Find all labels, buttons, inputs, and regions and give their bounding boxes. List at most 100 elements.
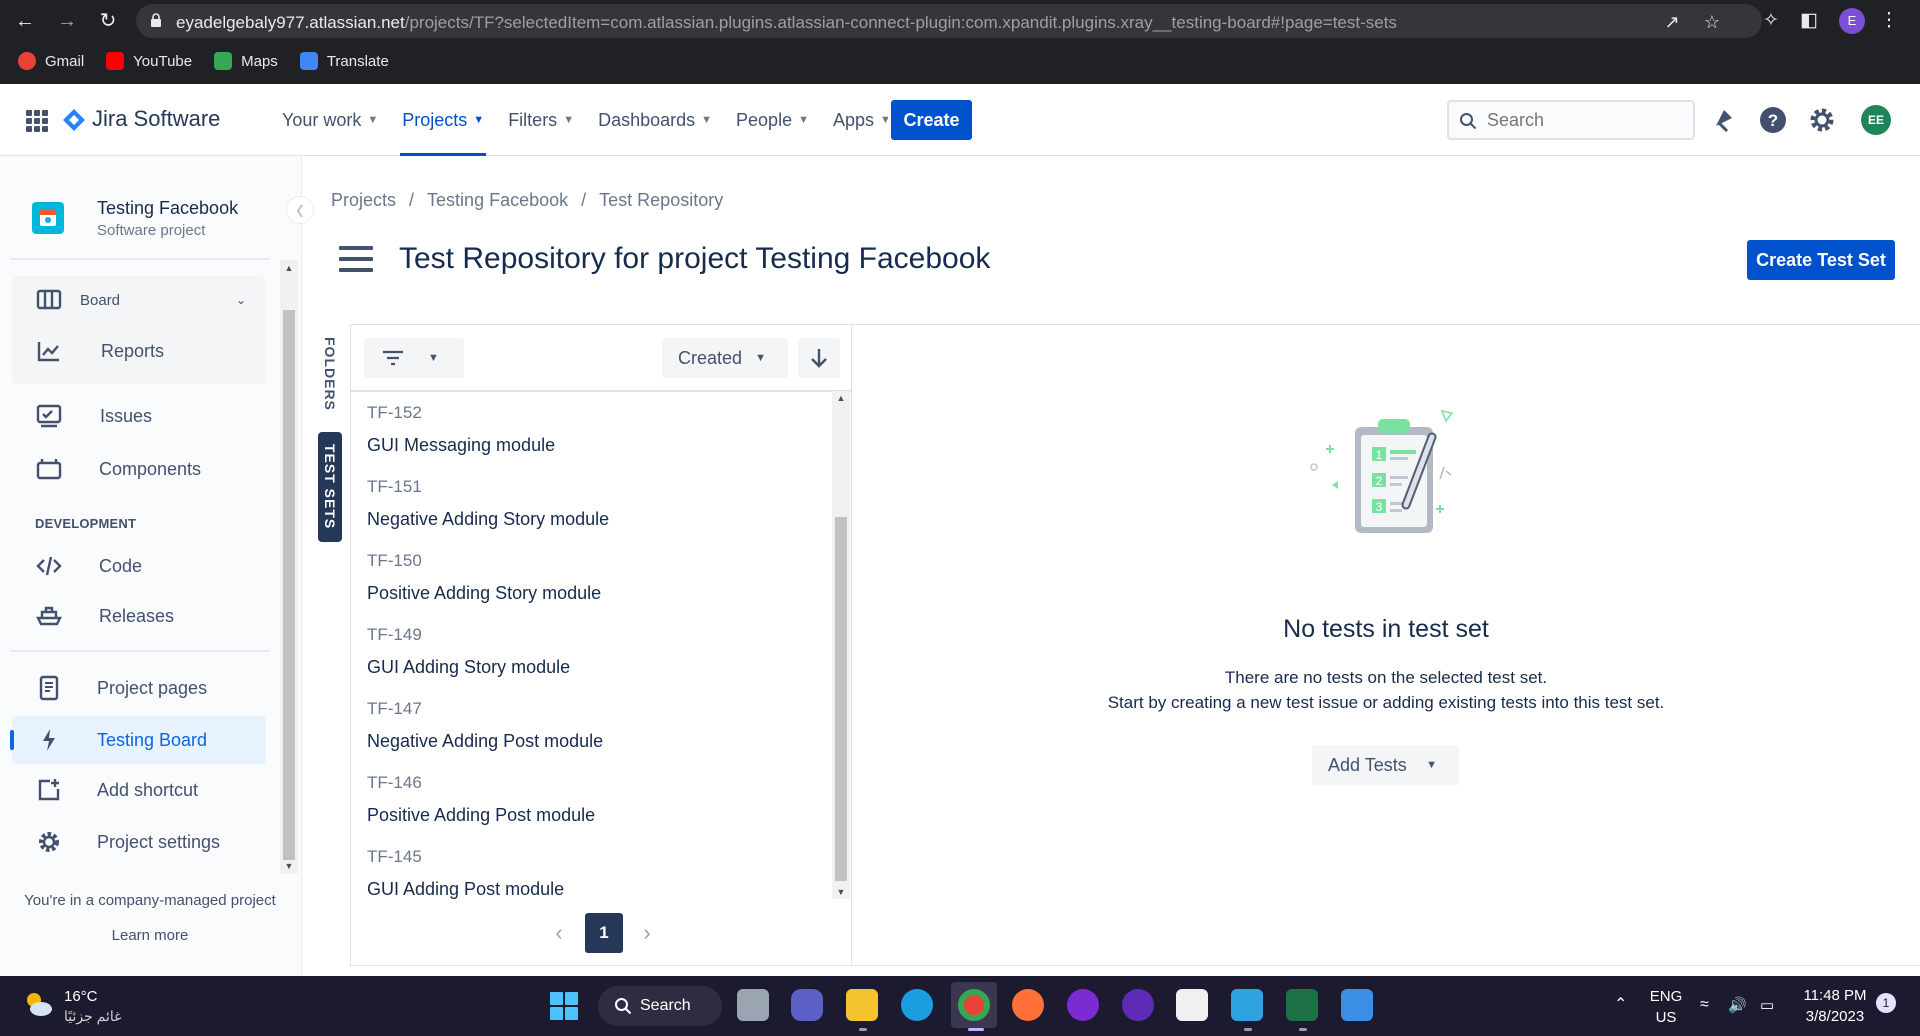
list-item[interactable]: TF-145 GUI Adding Post module	[367, 845, 817, 919]
partly-cloudy-icon[interactable]	[22, 988, 54, 1020]
reload-icon[interactable]: ↻	[93, 6, 123, 36]
sidebar-item-reports[interactable]: Reports	[12, 327, 266, 375]
weather-condition[interactable]: غائم جزئيًا	[64, 1008, 121, 1025]
nav-dashboards[interactable]: Dashboards ▼	[586, 84, 724, 156]
sidebar-item-project-pages[interactable]: Project pages	[12, 664, 266, 712]
weather-temperature[interactable]: 16°C	[64, 988, 98, 1005]
chevron-left-icon[interactable]: ‹	[547, 919, 571, 947]
battery-icon[interactable]: ▭	[1760, 996, 1774, 1014]
nav-your-work[interactable]: Your work ▼	[270, 84, 390, 156]
create-test-set-button[interactable]: Create Test Set	[1747, 240, 1895, 280]
nav-people[interactable]: People ▼	[724, 84, 821, 156]
bookmark-gmail[interactable]: Gmail	[18, 52, 84, 70]
sidebar-item-label: Releases	[99, 605, 175, 626]
sidebar-item-components[interactable]: Components	[12, 445, 266, 493]
address-bar[interactable]: eyadelgebaly977.atlassian.net/projects/T…	[136, 4, 1762, 38]
list-item[interactable]: TF-147 Negative Adding Post module	[367, 697, 817, 771]
profile-avatar[interactable]: E	[1839, 8, 1865, 34]
scrollbar-thumb[interactable]	[835, 517, 847, 881]
taskbar-search[interactable]: Search	[598, 986, 722, 1026]
filter-button[interactable]: ▼	[364, 338, 464, 378]
sidebar-scrollbar[interactable]: ▲ ▼	[280, 260, 298, 874]
scroll-down-icon[interactable]: ▼	[832, 885, 850, 899]
file-explorer-icon[interactable]	[846, 989, 878, 1021]
sidebar-item-releases[interactable]: Releases	[12, 592, 266, 640]
bookmark-translate[interactable]: Translate	[299, 52, 389, 70]
bookmark-maps[interactable]: Maps	[214, 52, 278, 70]
notepad-icon[interactable]	[1231, 989, 1263, 1021]
sidebar-item-add-shortcut[interactable]: Add shortcut	[12, 766, 266, 814]
scroll-up-icon[interactable]: ▲	[280, 260, 298, 276]
scroll-down-icon[interactable]: ▼	[280, 858, 298, 874]
game-app-icon[interactable]	[1067, 989, 1099, 1021]
list-item[interactable]: TF-149 GUI Adding Story module	[367, 623, 817, 697]
user-avatar[interactable]: EE	[1861, 105, 1891, 135]
app-switcher-icon[interactable]	[26, 110, 48, 132]
share-icon[interactable]: ↗	[1662, 12, 1682, 32]
breadcrumb-project[interactable]: Testing Facebook	[427, 190, 568, 211]
volume-icon[interactable]: 🔊	[1728, 996, 1747, 1014]
list-scrollbar[interactable]: ▲ ▼	[832, 391, 850, 899]
clock-time[interactable]: 11:48 PM	[1800, 987, 1870, 1004]
forward-icon[interactable]: →	[52, 6, 82, 36]
create-button[interactable]: Create	[891, 100, 972, 140]
input-region[interactable]: US	[1646, 1009, 1686, 1026]
search-input[interactable]	[1487, 110, 1683, 131]
list-item[interactable]: TF-150 Positive Adding Story module	[367, 549, 817, 623]
tab-folders[interactable]: FOLDERS	[318, 326, 342, 422]
breadcrumb-current[interactable]: Test Repository	[599, 190, 723, 211]
sidebar-item-board[interactable]: Board ⌄	[12, 276, 266, 324]
sidebar-item-issues[interactable]: Issues	[12, 392, 266, 440]
teams-chat-icon[interactable]	[791, 989, 823, 1021]
notifications-icon[interactable]	[1710, 106, 1738, 134]
learn-more-link[interactable]: Learn more	[0, 927, 300, 944]
bookmark-youtube[interactable]: YouTube	[106, 52, 192, 70]
notification-badge[interactable]: 1	[1876, 993, 1896, 1013]
chrome-icon[interactable]	[958, 989, 990, 1021]
list-item[interactable]: TF-152 GUI Messaging module	[367, 401, 817, 475]
edge-icon[interactable]	[901, 989, 933, 1021]
sort-field-dropdown[interactable]: Created ▼	[662, 338, 788, 378]
side-panel-icon[interactable]: ◧	[1796, 8, 1822, 34]
nav-projects[interactable]: Projects ▼	[390, 84, 496, 156]
photos-icon[interactable]	[1341, 989, 1373, 1021]
sort-direction-button[interactable]	[798, 338, 840, 378]
breadcrumb-projects[interactable]: Projects	[331, 190, 396, 211]
back-icon[interactable]: ←	[10, 6, 40, 36]
star-icon[interactable]: ☆	[1702, 12, 1722, 32]
sidebar-item-project-settings[interactable]: Project settings	[12, 818, 266, 866]
chevron-right-icon[interactable]: ›	[635, 919, 659, 947]
firefox-icon[interactable]	[1012, 989, 1044, 1021]
windows-start-icon[interactable]	[550, 992, 578, 1020]
settings-gear-icon[interactable]	[1808, 106, 1836, 134]
search-field[interactable]	[1447, 100, 1695, 140]
file-window-icon[interactable]	[737, 989, 769, 1021]
collapse-sidebar-button[interactable]: ❮	[286, 196, 314, 224]
divider	[351, 390, 851, 392]
nav-filters[interactable]: Filters ▼	[496, 84, 586, 156]
product-name[interactable]: Jira Software	[92, 106, 220, 132]
excel-icon[interactable]	[1286, 989, 1318, 1021]
list-item[interactable]: TF-151 Negative Adding Story module	[367, 475, 817, 549]
help-icon[interactable]: ?	[1759, 106, 1787, 134]
add-tests-button[interactable]: Add Tests ▼	[1312, 745, 1459, 785]
podcast-icon[interactable]	[1122, 989, 1154, 1021]
menu-icon[interactable]: ⋮	[1876, 8, 1902, 34]
url-path: /projects/TF?selectedItem=com.atlassian.…	[404, 13, 1397, 32]
tab-test-sets[interactable]: TEST SETS	[318, 432, 342, 542]
input-language[interactable]: ENG	[1646, 988, 1686, 1005]
microsoft-store-icon[interactable]	[1176, 989, 1208, 1021]
test-set-name: GUI Adding Story module	[367, 657, 571, 677]
show-hidden-icons[interactable]: ⌃	[1614, 994, 1627, 1014]
clock-date[interactable]: 3/8/2023	[1800, 1008, 1870, 1025]
hamburger-menu-icon[interactable]	[339, 246, 373, 272]
extensions-icon[interactable]: ✧	[1758, 8, 1784, 34]
scrollbar-thumb[interactable]	[283, 310, 295, 860]
sidebar-item-testing-board[interactable]: Testing Board	[10, 716, 266, 764]
wifi-icon[interactable]: ≈	[1700, 996, 1709, 1014]
sidebar-item-code[interactable]: Code	[12, 542, 266, 590]
chevron-down-icon[interactable]: ⌄	[236, 293, 246, 307]
page-button-current[interactable]: 1	[585, 913, 623, 953]
list-item[interactable]: TF-146 Positive Adding Post module	[367, 771, 817, 845]
scroll-up-icon[interactable]: ▲	[832, 391, 850, 405]
